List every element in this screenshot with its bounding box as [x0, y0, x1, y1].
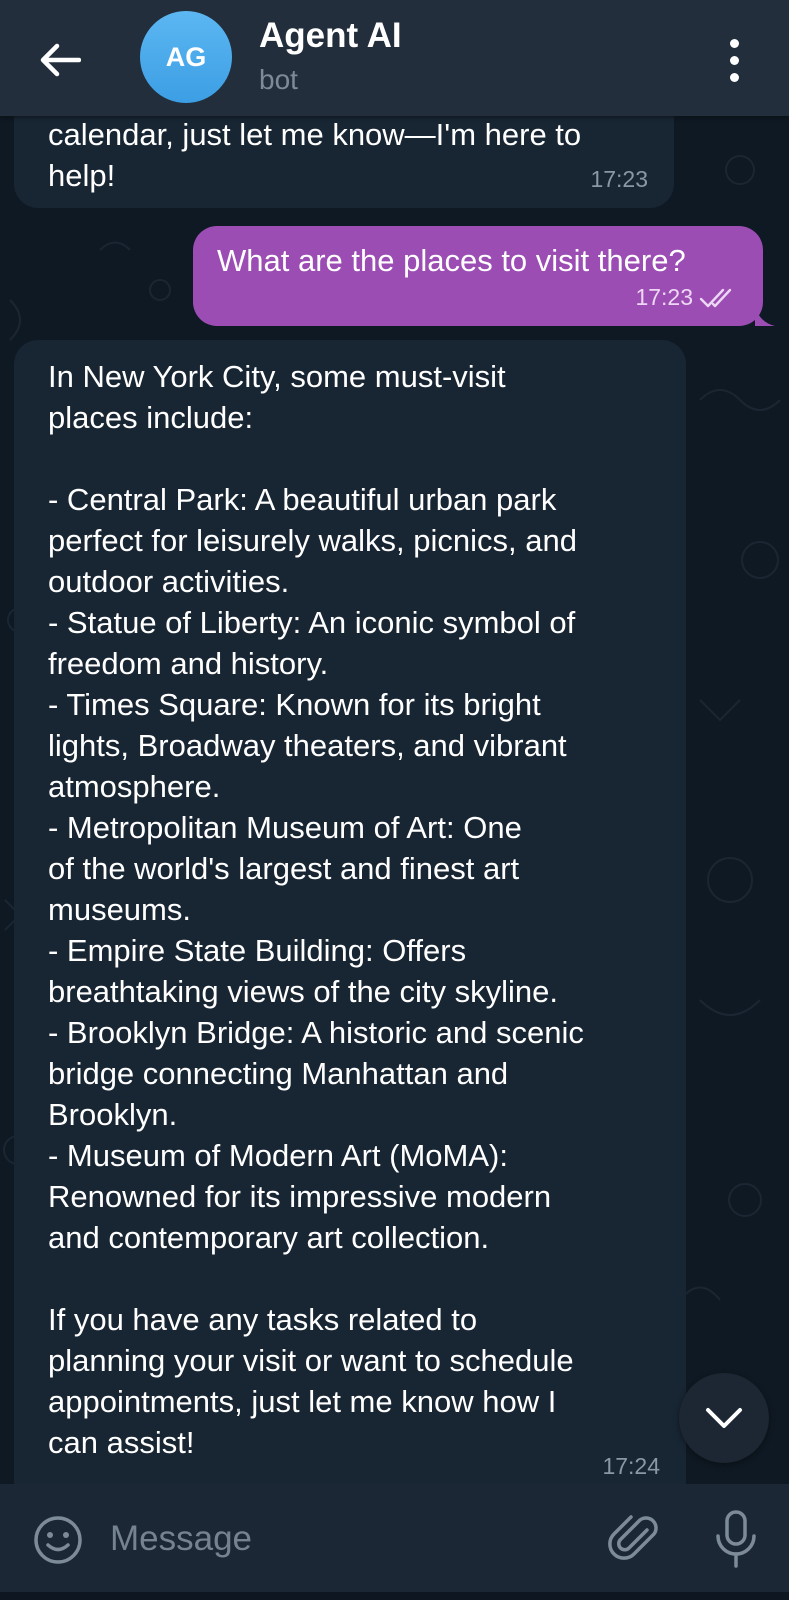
message-input[interactable] — [108, 1510, 582, 1568]
message-text: What are the places to visit there? — [217, 243, 686, 278]
message-time: 17:23 — [635, 277, 737, 318]
chat-header: AG Agent AI bot — [0, 0, 789, 116]
chat-title[interactable]: Agent AI — [259, 16, 402, 56]
message-text: calendar, just let me know—I'm here to h… — [48, 117, 582, 193]
attach-button[interactable] — [607, 1510, 663, 1566]
back-button[interactable] — [30, 30, 90, 90]
back-arrow-icon — [40, 43, 81, 77]
emoji-icon — [34, 1516, 82, 1564]
paperclip-icon — [608, 1515, 658, 1560]
more-vertical-icon — [729, 38, 739, 48]
message-list[interactable]: calendar, just let me know—I'm here to h… — [0, 116, 789, 1484]
message-composer — [0, 1484, 789, 1592]
nav-bar-strip — [0, 1592, 789, 1600]
bubble-tail — [755, 306, 775, 326]
voice-record-button[interactable] — [710, 1508, 762, 1570]
message-text: In New York City, some must-visit places… — [48, 359, 584, 1460]
microphone-icon — [716, 1510, 756, 1568]
double-check-icon — [699, 288, 732, 307]
scroll-down-button[interactable] — [679, 1373, 769, 1463]
more-options-button[interactable] — [712, 32, 756, 88]
outgoing-message[interactable]: What are the places to visit there? 17:2… — [193, 226, 775, 326]
chat-screen: AG Agent AI bot calendar, just let me kn… — [0, 0, 789, 1600]
avatar[interactable]: AG — [140, 11, 232, 103]
incoming-message[interactable]: calendar, just let me know—I'm here to h… — [14, 116, 674, 208]
chevron-down-icon — [706, 1408, 742, 1428]
incoming-message[interactable]: In New York City, some must-visit places… — [14, 340, 686, 1484]
emoji-button[interactable] — [32, 1514, 84, 1566]
message-time-text: 17:23 — [635, 284, 693, 310]
message-time: 17:24 — [602, 1453, 660, 1479]
chat-subtitle: bot — [259, 64, 298, 95]
message-time: 17:23 — [590, 166, 648, 192]
